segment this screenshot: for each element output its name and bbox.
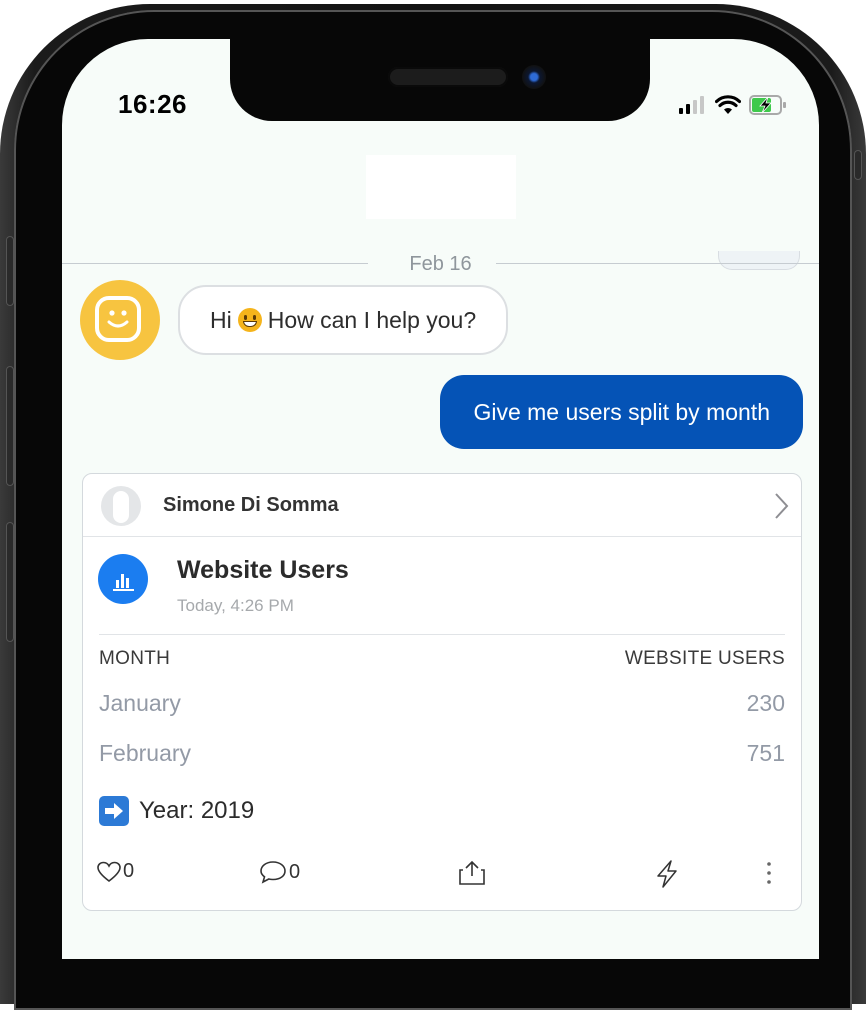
right-arrow-icon xyxy=(99,796,129,826)
front-camera xyxy=(522,65,546,89)
automation-button[interactable] xyxy=(655,860,679,888)
bot-avatar-icon[interactable] xyxy=(80,280,160,360)
more-button[interactable] xyxy=(765,860,773,886)
year-label: Year: 2019 xyxy=(139,797,255,824)
column-header-users: WEBSITE USERS xyxy=(624,648,785,669)
signal-icon xyxy=(679,96,704,114)
status-time: 16:26 xyxy=(118,89,187,119)
lightning-icon xyxy=(657,860,677,888)
author-name: Simone Di Somma xyxy=(163,494,339,516)
widget-title: Website Users xyxy=(177,556,349,584)
bar-chart-icon xyxy=(98,554,148,604)
grinning-face-icon xyxy=(237,308,262,332)
wifi-icon xyxy=(715,95,741,114)
comment-icon xyxy=(260,861,286,884)
card-actions: 0 0 xyxy=(83,856,801,896)
table-row-month: February xyxy=(99,740,192,766)
chevron-right-icon[interactable] xyxy=(773,492,789,520)
table-row-users: 751 xyxy=(746,740,785,766)
speaker xyxy=(388,67,508,87)
power-button xyxy=(854,150,862,180)
widget-card[interactable]: Simone Di Somma Website Users Today, 4:2… xyxy=(82,473,802,911)
table-row-month: January xyxy=(99,690,181,716)
share-button[interactable] xyxy=(457,860,487,886)
bot-face xyxy=(95,296,141,342)
heart-icon xyxy=(97,861,121,882)
phone-screen: 16:26 Feb 16 Hi How can I help you? Give… xyxy=(62,39,819,959)
comment-count: 0 xyxy=(289,860,301,883)
comment-button[interactable]: 0 xyxy=(259,860,300,884)
year-filter: Year: 2019 xyxy=(99,796,254,826)
user-message-bubble: Give me users split by month xyxy=(440,375,803,449)
table-row-users: 230 xyxy=(746,690,785,716)
column-header-month: MONTH xyxy=(99,648,171,669)
status-icons xyxy=(679,95,787,115)
share-icon xyxy=(459,860,485,885)
volume-down-button xyxy=(6,522,14,642)
bot-message-bubble: Hi How can I help you? xyxy=(178,285,509,355)
date-divider: Feb 16 xyxy=(62,251,819,275)
date-label: Feb 16 xyxy=(409,253,472,275)
battery-charging-icon xyxy=(749,95,786,115)
card-header[interactable]: Simone Di Somma xyxy=(83,474,801,537)
notch xyxy=(230,39,650,121)
more-icon xyxy=(767,862,771,884)
bot-message-greeting: Hi xyxy=(210,306,232,333)
bot-message-text: How can I help you? xyxy=(267,306,477,333)
header-logo-placeholder xyxy=(366,155,516,219)
like-count: 0 xyxy=(123,860,135,882)
side-button xyxy=(6,236,14,306)
widget-timestamp: Today, 4:26 PM xyxy=(177,596,294,615)
volume-up-button xyxy=(6,366,14,486)
divider xyxy=(99,634,785,635)
author-avatar xyxy=(101,486,141,526)
like-button[interactable]: 0 xyxy=(97,860,134,883)
